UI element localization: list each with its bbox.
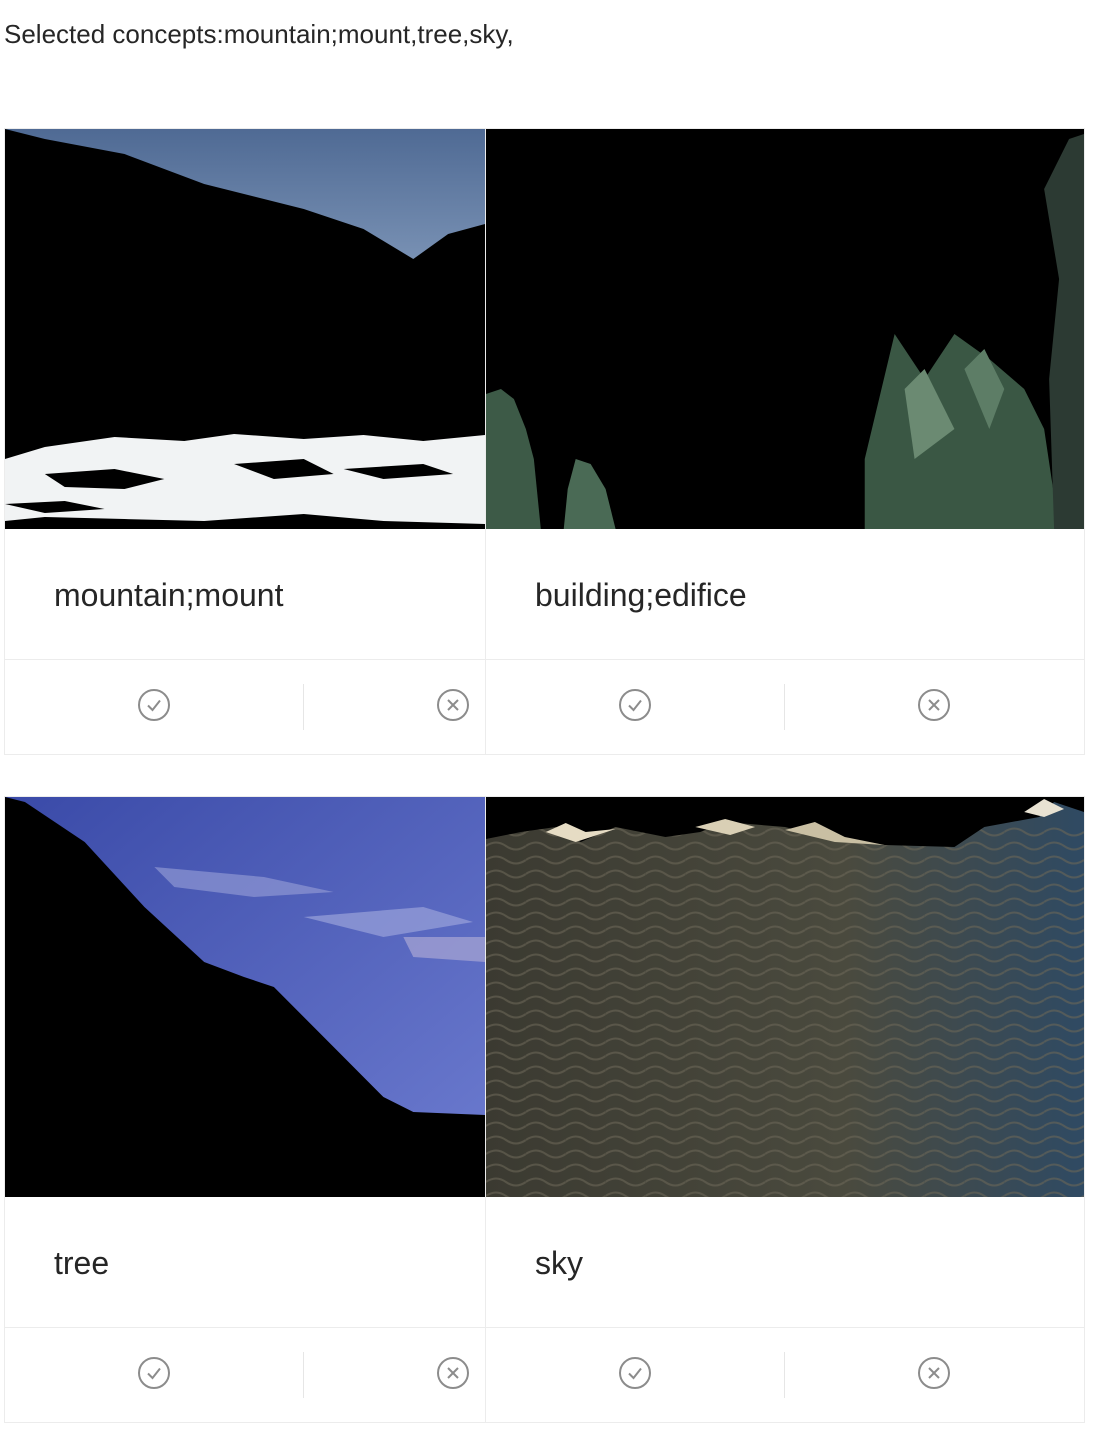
card-actions bbox=[486, 1328, 1084, 1422]
close-circle-icon[interactable] bbox=[436, 688, 470, 722]
card-image bbox=[486, 129, 1084, 529]
concept-card-sky: sky bbox=[485, 796, 1085, 1423]
check-circle-icon[interactable] bbox=[137, 688, 171, 722]
card-body: mountain;mount bbox=[5, 529, 485, 660]
card-title: sky bbox=[535, 1245, 583, 1281]
card-actions bbox=[5, 660, 485, 754]
card-actions bbox=[5, 1328, 485, 1422]
card-body: tree bbox=[5, 1197, 485, 1328]
close-circle-icon[interactable] bbox=[917, 688, 951, 722]
card-title: mountain;mount bbox=[54, 577, 284, 613]
card-body: sky bbox=[486, 1197, 1084, 1328]
card-image bbox=[5, 797, 485, 1197]
check-circle-icon[interactable] bbox=[618, 1356, 652, 1390]
card-image bbox=[486, 797, 1084, 1197]
card-body: building;edifice bbox=[486, 529, 1084, 660]
check-circle-icon[interactable] bbox=[137, 1356, 171, 1390]
action-divider bbox=[784, 684, 785, 730]
card-title: building;edifice bbox=[535, 577, 747, 613]
card-title: tree bbox=[54, 1245, 110, 1281]
selected-concepts-text: Selected concepts:mountain;mount,tree,sk… bbox=[4, 19, 514, 49]
check-circle-icon[interactable] bbox=[618, 688, 652, 722]
concept-card-mountain: mountain;mount bbox=[4, 128, 486, 755]
card-image bbox=[5, 129, 485, 529]
concept-card-building: building;edifice bbox=[485, 128, 1085, 755]
concept-card-tree: tree bbox=[4, 796, 486, 1423]
close-circle-icon[interactable] bbox=[436, 1356, 470, 1390]
action-divider bbox=[303, 684, 304, 730]
action-divider bbox=[784, 1352, 785, 1398]
close-circle-icon[interactable] bbox=[917, 1356, 951, 1390]
card-actions bbox=[486, 660, 1084, 754]
action-divider bbox=[303, 1352, 304, 1398]
